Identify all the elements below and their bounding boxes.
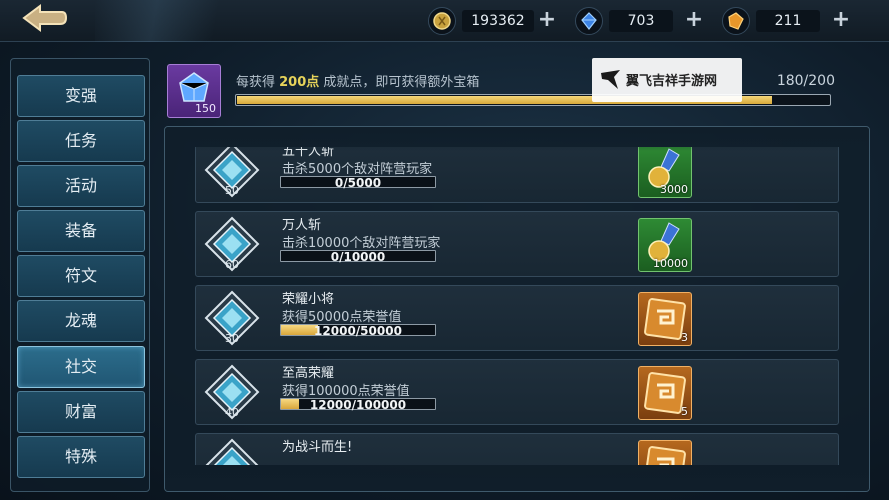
chest-progress-count: 180/200 (776, 73, 835, 89)
sidebar-item-tasks[interactable]: 任务 (17, 120, 145, 162)
sidebar-item-strengthen[interactable]: 变强 (17, 75, 145, 117)
bonus-chest[interactable]: 150 (167, 64, 221, 118)
achievement-description: 击杀10000个敌对阵营玩家 (282, 236, 441, 251)
achievement-row: 50 五千人斩 击杀5000个敌对阵营玩家 0/5000 3000 (195, 147, 839, 203)
gem-icon (722, 7, 750, 35)
rune-box-icon (644, 446, 686, 465)
achievement-progress-bar: 12000/100000 (280, 398, 436, 412)
sidebar-item-wealth[interactable]: 财富 (17, 391, 145, 433)
gold-value: 193362 (462, 10, 534, 32)
achievement-point-badge-icon: 30 (202, 290, 262, 348)
achievement-point-badge-icon (202, 438, 262, 465)
achievement-progress-bar: 0/5000 (280, 176, 436, 190)
add-gold-button[interactable]: + (536, 7, 558, 35)
diamond-icon (575, 7, 603, 35)
chest-point-count: 150 (195, 102, 216, 115)
achievement-description: 获得50000点荣誉值 (282, 310, 402, 325)
back-arrow-icon (22, 4, 68, 32)
sidebar-item-equipment[interactable]: 装备 (17, 210, 145, 252)
achievement-title: 至高荣耀 (282, 366, 335, 381)
reward-count: 5 (681, 405, 688, 418)
achievement-reward[interactable] (638, 440, 692, 465)
achievement-progress-bar: 12000/50000 (280, 324, 436, 338)
add-diamond-button[interactable]: + (683, 7, 705, 35)
header-decoration (95, 0, 295, 42)
achievement-description: 获得100000点荣誉值 (282, 384, 410, 399)
description-part-2: 成就点，即可获得额外宝箱 (319, 75, 480, 90)
watermark-logo-icon (601, 70, 620, 89)
achievement-panel: 50 五千人斩 击杀5000个敌对阵营玩家 0/5000 3000 60 万人斩 击杀1000… (164, 126, 870, 492)
list-top-fade (165, 127, 869, 151)
achievement-point-badge-icon: 50 (202, 147, 262, 200)
description-highlight: 200点 (279, 75, 320, 90)
achievement-title: 荣耀小将 (282, 292, 335, 307)
sidebar-item-special[interactable]: 特殊 (17, 436, 145, 478)
description-part-1: 每获得 (236, 75, 280, 90)
chest-progress-description: 每获得 200点 成就点，即可获得额外宝箱 (236, 71, 479, 90)
diamond-value: 703 (609, 10, 673, 32)
list-bottom-fade (165, 467, 869, 491)
achievement-progress-text: 12000/100000 (309, 398, 407, 412)
reward-count: 10000 (653, 257, 688, 270)
achievement-reward[interactable]: 3000 (638, 147, 692, 198)
watermark: 翼飞吉祥手游网 (592, 58, 742, 102)
achievement-reward[interactable]: 10000 (638, 218, 692, 272)
achievement-progress-text: 0/10000 (330, 250, 386, 264)
coin-icon (428, 7, 456, 35)
watermark-text: 翼飞吉祥手游网 (626, 74, 718, 89)
top-bar: 193362 + 703 + 211 + (0, 0, 889, 42)
achievement-title: 万人斩 (282, 218, 322, 233)
achievement-progress-text: 12000/50000 (314, 324, 402, 338)
reward-count: 3000 (660, 183, 688, 196)
achievement-row: 30 荣耀小将获得50000点荣誉值 12000/50000 3 (195, 285, 839, 351)
achievement-progress-bar: 0/10000 (280, 250, 436, 264)
add-voucher-button[interactable]: + (830, 7, 852, 35)
voucher-value: 211 (756, 10, 820, 32)
achievement-row: 60 万人斩击杀10000个敌对阵营玩家 0/10000 10000 (195, 211, 839, 277)
sidebar-item-dragon-soul[interactable]: 龙魂 (17, 300, 145, 342)
sidebar-item-events[interactable]: 活动 (17, 165, 145, 207)
achievement-points: 50 (225, 184, 239, 197)
achievement-reward[interactable]: 3 (638, 292, 692, 346)
sidebar-item-runes[interactable]: 符文 (17, 255, 145, 297)
achievement-description: 击杀5000个敌对阵营玩家 (282, 162, 433, 177)
category-sidebar: 变强 任务 活动 装备 符文 龙魂 社交 财富 特殊 (10, 58, 150, 492)
reward-count: 3 (681, 331, 688, 344)
achievement-point-badge-icon: 40 (202, 364, 262, 422)
achievement-points: 30 (225, 332, 239, 345)
achievement-row: 为战斗而生! (195, 433, 839, 465)
achievement-reward[interactable]: 5 (638, 366, 692, 420)
achievement-points: 60 (225, 258, 239, 271)
achievement-list[interactable]: 50 五千人斩 击杀5000个敌对阵营玩家 0/5000 3000 60 万人斩 击杀1000… (195, 147, 839, 465)
back-button[interactable] (18, 4, 76, 38)
sidebar-item-social[interactable]: 社交 (17, 346, 145, 388)
achievement-point-badge-icon: 60 (202, 216, 262, 274)
achievement-points: 40 (225, 406, 239, 419)
achievement-progress-text: 0/5000 (334, 176, 382, 190)
achievement-title: 为战斗而生! (282, 440, 353, 455)
achievement-row: 40 至高荣耀获得100000点荣誉值 12000/100000 5 (195, 359, 839, 425)
